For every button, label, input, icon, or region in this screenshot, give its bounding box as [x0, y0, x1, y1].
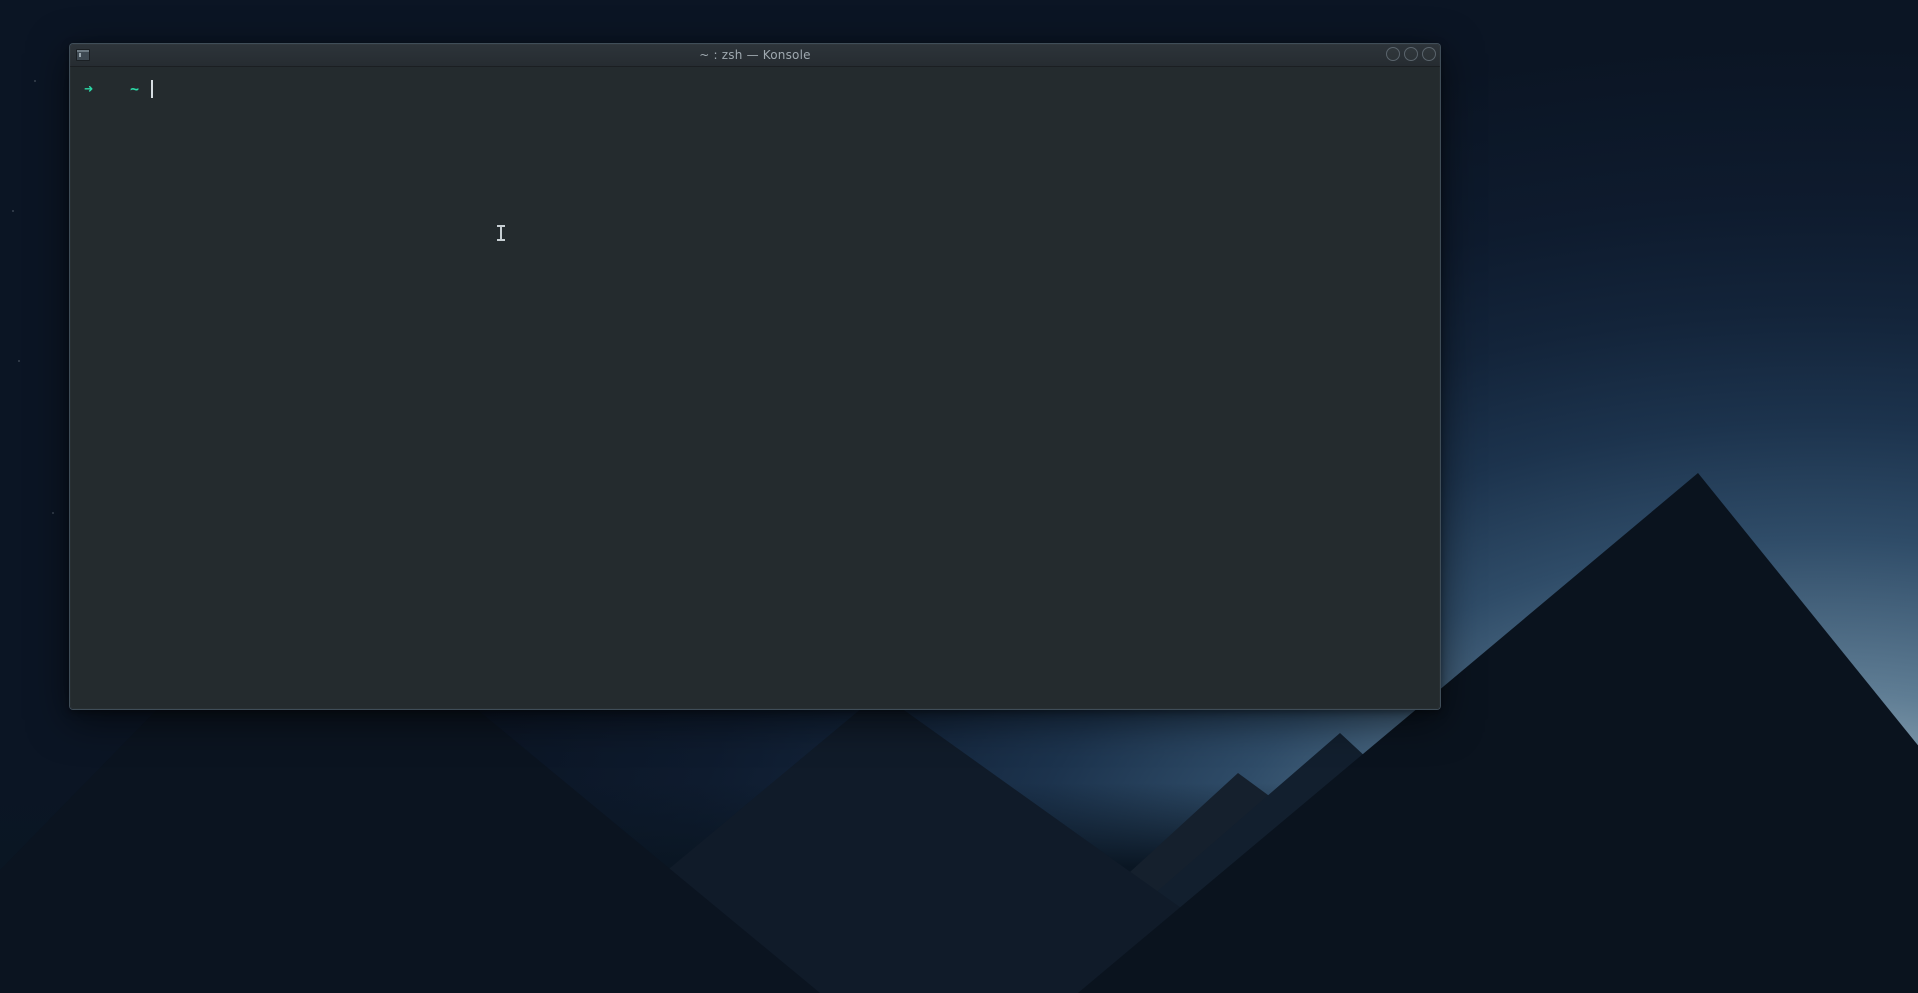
konsole-window[interactable]: ~ : zsh — Konsole ➜ ~ [69, 43, 1441, 710]
window-titlebar[interactable]: ~ : zsh — Konsole [70, 44, 1440, 67]
star-icon [12, 210, 14, 212]
star-icon [18, 360, 20, 362]
close-button[interactable] [1422, 47, 1436, 61]
mouse-ibeam-cursor-icon [497, 225, 505, 241]
command-input-wrap[interactable] [151, 79, 1426, 100]
command-input[interactable] [151, 79, 1426, 100]
terminal-viewport[interactable]: ➜ ~ [70, 67, 1440, 709]
star-icon [34, 80, 36, 82]
text-cursor-icon [151, 80, 153, 98]
prompt-arrow-icon: ➜ [84, 79, 102, 100]
window-title: ~ : zsh — Konsole [70, 48, 1440, 62]
prompt-line: ➜ ~ [84, 79, 1426, 100]
star-icon [52, 512, 54, 514]
desktop-wallpaper: ~ : zsh — Konsole ➜ ~ [0, 0, 1918, 993]
prompt-cwd-icon: ~ [130, 79, 139, 100]
maximize-button[interactable] [1404, 47, 1418, 61]
terminal-app-icon [76, 49, 90, 61]
minimize-button[interactable] [1386, 47, 1400, 61]
window-control-buttons [1386, 47, 1436, 61]
